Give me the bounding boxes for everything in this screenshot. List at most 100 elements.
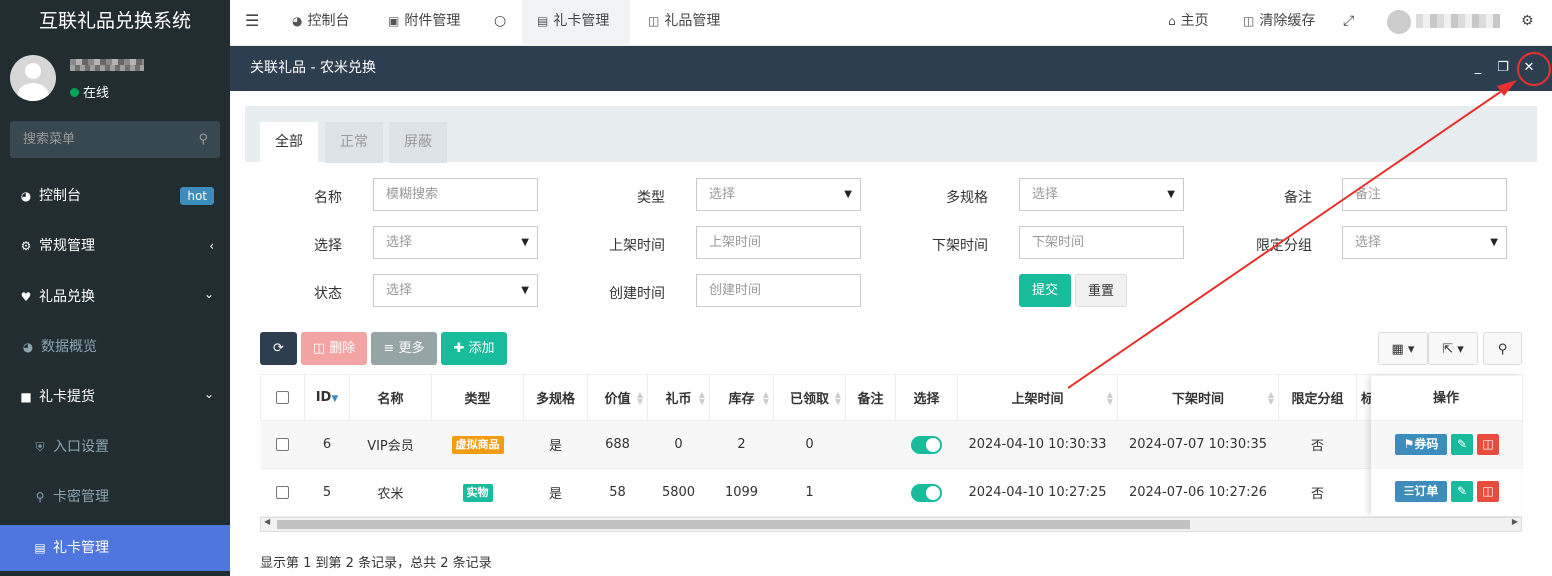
sidebar-toggle-button[interactable]: ☰ bbox=[245, 0, 259, 46]
tab-circle[interactable]: ○ bbox=[494, 0, 506, 46]
menu-search-input[interactable]: 搜索菜单 ⚲ bbox=[10, 121, 220, 158]
order-button[interactable]: ☰订单 bbox=[1395, 481, 1447, 502]
file-image-icon: ▣ bbox=[388, 14, 400, 28]
tab-normal[interactable]: 正常 bbox=[325, 122, 383, 163]
off-time-input[interactable]: 下架时间 bbox=[1019, 226, 1184, 259]
settings-button[interactable]: ⚙ bbox=[1521, 0, 1534, 46]
refresh-button[interactable]: ⟳ bbox=[260, 332, 297, 365]
col-stock[interactable]: 库存 ▲ ▼ bbox=[709, 374, 774, 421]
sidebar-item-card-manage[interactable]: ▤ 礼卡管理 bbox=[0, 525, 230, 571]
scroll-right-icon[interactable]: ▶ bbox=[1512, 517, 1518, 526]
col-on-time[interactable]: 上架时间 ▲ ▼ bbox=[957, 374, 1118, 421]
status-select[interactable]: 选择 ▼ bbox=[373, 274, 538, 307]
trash-icon: ◫ bbox=[1482, 484, 1494, 498]
minimize-button[interactable]: _ bbox=[1469, 59, 1487, 77]
col-received[interactable]: 已领取 ▲ ▼ bbox=[773, 374, 846, 421]
reset-button[interactable]: 重置 bbox=[1075, 274, 1127, 307]
horizontal-scrollbar[interactable]: ◀ ▶ bbox=[260, 517, 1522, 532]
edit-button[interactable]: ✎ bbox=[1451, 434, 1473, 455]
caret-down-icon: ▼ bbox=[844, 189, 852, 200]
tab-label: 附件管理 bbox=[404, 13, 461, 29]
select-label: 选择 bbox=[314, 238, 342, 254]
select-value: 选择 bbox=[1032, 187, 1059, 202]
tab-attachment[interactable]: ▣ 附件管理 bbox=[388, 0, 460, 46]
sidebar-item-entry-settings[interactable]: ⛨ 入口设置 bbox=[0, 422, 230, 472]
select-value: 选择 bbox=[386, 235, 413, 250]
dashboard-icon: ◕ bbox=[22, 340, 34, 354]
coupon-code-button[interactable]: ⚑券码 bbox=[1395, 434, 1447, 455]
tab-card-manage[interactable]: ▤ 礼卡管理 bbox=[522, 0, 630, 46]
created-time-input[interactable]: 创建时间 bbox=[696, 274, 861, 307]
sort-icon: ▲ ▼ bbox=[698, 390, 705, 406]
cell-spec[interactable]: 是 bbox=[523, 468, 588, 517]
trash-icon: ◫ bbox=[312, 341, 330, 356]
annotation-circle bbox=[1517, 52, 1551, 86]
status-label: 状态 bbox=[314, 286, 342, 302]
header-label: 下架时间 bbox=[1171, 392, 1224, 407]
col-id[interactable]: ID▼ bbox=[304, 374, 350, 421]
sidebar-item-card-secret[interactable]: ⚲ 卡密管理 bbox=[0, 472, 230, 522]
scroll-left-icon[interactable]: ◀ bbox=[264, 517, 270, 526]
cogs-icon: ⚙ bbox=[1521, 13, 1534, 29]
add-button[interactable]: ✚ 添加 bbox=[441, 332, 507, 365]
tab-gift-manage[interactable]: ◫ 礼品管理 bbox=[648, 0, 720, 46]
cell-name: 农米 bbox=[349, 468, 432, 517]
select-value: 选择 bbox=[386, 283, 413, 298]
sidebar-item-card-pickup[interactable]: ■ 礼卡提货 ⌄ bbox=[0, 372, 230, 422]
cell-spec[interactable]: 是 bbox=[523, 420, 588, 469]
group-select[interactable]: 选择 ▼ bbox=[1342, 226, 1507, 259]
spec-select[interactable]: 选择 ▼ bbox=[1019, 178, 1184, 211]
select-select[interactable]: 选择 ▼ bbox=[373, 226, 538, 259]
select-toggle[interactable] bbox=[911, 483, 942, 502]
tab-label: 控制台 bbox=[307, 13, 350, 29]
clear-cache-button[interactable]: ◫ 清除缓存 bbox=[1243, 0, 1315, 46]
select-value: 选择 bbox=[1355, 235, 1382, 250]
fullscreen-button[interactable]: ⤢ bbox=[1343, 0, 1354, 46]
remark-input[interactable]: 备注 bbox=[1342, 178, 1507, 211]
col-value[interactable]: 价值 ▲ ▼ bbox=[587, 374, 648, 421]
export-button[interactable]: ⇱ ▾ bbox=[1428, 332, 1478, 365]
name-search-input[interactable]: 模糊搜索 bbox=[373, 178, 538, 211]
tab-dashboard[interactable]: ◕ 控制台 bbox=[292, 0, 349, 46]
app-logo[interactable]: 互联礼品兑换系统 bbox=[0, 0, 230, 46]
cell-type: 实物 bbox=[431, 468, 524, 517]
scrollbar-thumb[interactable] bbox=[277, 520, 1190, 529]
sidebar-item-dashboard[interactable]: ◕ 控制台 hot bbox=[0, 171, 230, 221]
select-all-checkbox[interactable] bbox=[276, 391, 289, 404]
row-checkbox[interactable] bbox=[276, 438, 289, 451]
submit-button[interactable]: 提交 bbox=[1019, 274, 1071, 307]
on-time-input[interactable]: 上架时间 bbox=[696, 226, 861, 259]
top-user-name-blurred[interactable] bbox=[1416, 14, 1500, 28]
top-user-avatar[interactable] bbox=[1387, 10, 1411, 34]
sort-icon: ▲ ▼ bbox=[762, 390, 769, 406]
home-link[interactable]: ⌂ 主页 bbox=[1168, 0, 1209, 46]
circle-icon: ○ bbox=[494, 13, 507, 29]
col-off-time[interactable]: 下架时间 ▲ ▼ bbox=[1117, 374, 1279, 421]
user-status: 在线 bbox=[70, 82, 109, 101]
type-select[interactable]: 选择 ▼ bbox=[696, 178, 861, 211]
heart-icon: ♥ bbox=[20, 290, 32, 304]
chevron-left-icon: ‹ bbox=[209, 239, 214, 253]
delete-button[interactable]: ◫ 删除 bbox=[301, 332, 367, 365]
cell-coin: 0 bbox=[647, 420, 710, 469]
sidebar-item-data-overview[interactable]: ◕ 数据概览 bbox=[0, 322, 230, 372]
select-toggle[interactable] bbox=[911, 435, 942, 454]
menu-search-placeholder: 搜索菜单 bbox=[23, 132, 76, 147]
tab-all[interactable]: 全部 bbox=[260, 122, 318, 163]
sidebar-item-general[interactable]: ⚙ 常规管理 ‹ bbox=[0, 221, 230, 271]
search-toggle-button[interactable]: ⚲ bbox=[1483, 332, 1522, 365]
columns-toggle-button[interactable]: ▦ ▾ bbox=[1378, 332, 1428, 365]
top-navbar: ☰ ◕ 控制台 ▣ 附件管理 ○ ▤ 礼卡管理 ◫ 礼品管理 ⌂ 主页 ◫ 清除缓存 ⤢ ⚙ bbox=[230, 0, 1552, 46]
delete-row-button[interactable]: ◫ bbox=[1477, 481, 1499, 502]
tag-icon: ⚑ bbox=[1403, 437, 1415, 451]
more-button[interactable]: ≡ 更多 bbox=[371, 332, 437, 365]
maximize-button[interactable]: ❐ bbox=[1494, 59, 1512, 77]
plus-icon: ✚ bbox=[453, 341, 469, 356]
sort-icon: ▲ ▼ bbox=[1267, 390, 1274, 406]
delete-row-button[interactable]: ◫ bbox=[1477, 434, 1499, 455]
row-checkbox[interactable] bbox=[276, 486, 289, 499]
sidebar-item-gift-exchange[interactable]: ♥ 礼品兑换 ⌄ bbox=[0, 272, 230, 322]
col-coin[interactable]: 礼币 ▲ ▼ bbox=[647, 374, 710, 421]
tab-blocked[interactable]: 屏蔽 bbox=[389, 122, 447, 163]
edit-button[interactable]: ✎ bbox=[1451, 481, 1473, 502]
